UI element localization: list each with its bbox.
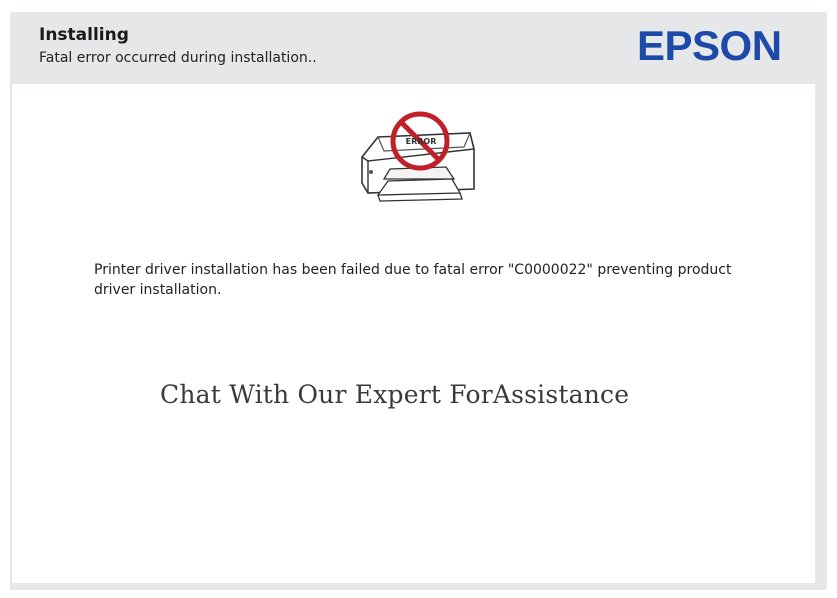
- error-message: Printer driver installation has been fai…: [94, 262, 732, 298]
- installer-window: Installing Fatal error occurred during i…: [10, 12, 827, 590]
- content-panel: ERROR Printer driver installation has be…: [12, 84, 815, 583]
- error-badge-text: ERROR: [406, 137, 437, 146]
- chat-expert-link[interactable]: Chat With Our Expert ForAssistance: [160, 380, 629, 409]
- installer-header: Installing Fatal error occurred during i…: [10, 12, 827, 82]
- page-title: Installing: [39, 25, 129, 45]
- status-subtitle: Fatal error occurred during installation…: [39, 50, 317, 66]
- epson-logo: EPSON: [637, 22, 782, 69]
- printer-error-icon: ERROR: [342, 109, 482, 209]
